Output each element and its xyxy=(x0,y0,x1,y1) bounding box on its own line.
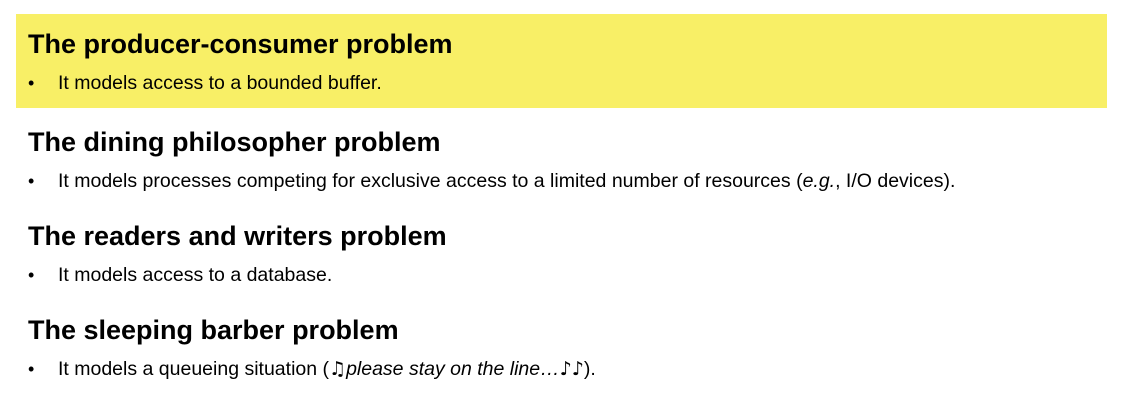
bullet-marker: • xyxy=(28,359,35,379)
section-dining-philosopher: The dining philosopher problem • It mode… xyxy=(16,112,1107,204)
heading-dining-philosopher: The dining philosopher problem xyxy=(28,127,441,157)
slide: The producer-consumer problem • It model… xyxy=(0,0,1131,406)
bullet-text-post: , I/O devices). xyxy=(835,170,956,192)
bullet-text-italic: please stay on the line… xyxy=(346,358,560,380)
heading-sleeping-barber: The sleeping barber problem xyxy=(28,315,399,345)
bullet-text-italic: e.g. xyxy=(802,170,836,192)
heading-producer-consumer: The producer-consumer problem xyxy=(28,29,453,59)
section-sleeping-barber: The sleeping barber problem • It models … xyxy=(16,300,1107,392)
music-note-icon: ♫ xyxy=(329,358,347,380)
bullet-text-pre: It models a queueing situation ( xyxy=(58,358,330,380)
bullet-item: • It models access to a database. xyxy=(28,262,332,288)
bullet-marker: • xyxy=(28,265,35,285)
music-notes-icon: ♪♪ xyxy=(559,358,584,380)
bullet-marker: • xyxy=(28,73,35,93)
bullet-text-pre: It models processes competing for exclus… xyxy=(58,170,803,192)
bullet-marker: • xyxy=(28,171,35,191)
bullet-text: It models access to a bounded buffer. xyxy=(58,72,382,94)
bullet-text-post: ). xyxy=(583,358,596,380)
bullet-item: • It models processes competing for excl… xyxy=(28,168,955,194)
bullet-text: It models access to a database. xyxy=(58,264,333,286)
heading-readers-writers: The readers and writers problem xyxy=(28,221,447,251)
section-producer-consumer: The producer-consumer problem • It model… xyxy=(16,14,1107,108)
bullet-item: • It models access to a bounded buffer. xyxy=(28,70,382,96)
bullet-item: • It models a queueing situation (♫ pleas… xyxy=(28,356,596,382)
section-readers-writers: The readers and writers problem • It mod… xyxy=(16,206,1107,298)
